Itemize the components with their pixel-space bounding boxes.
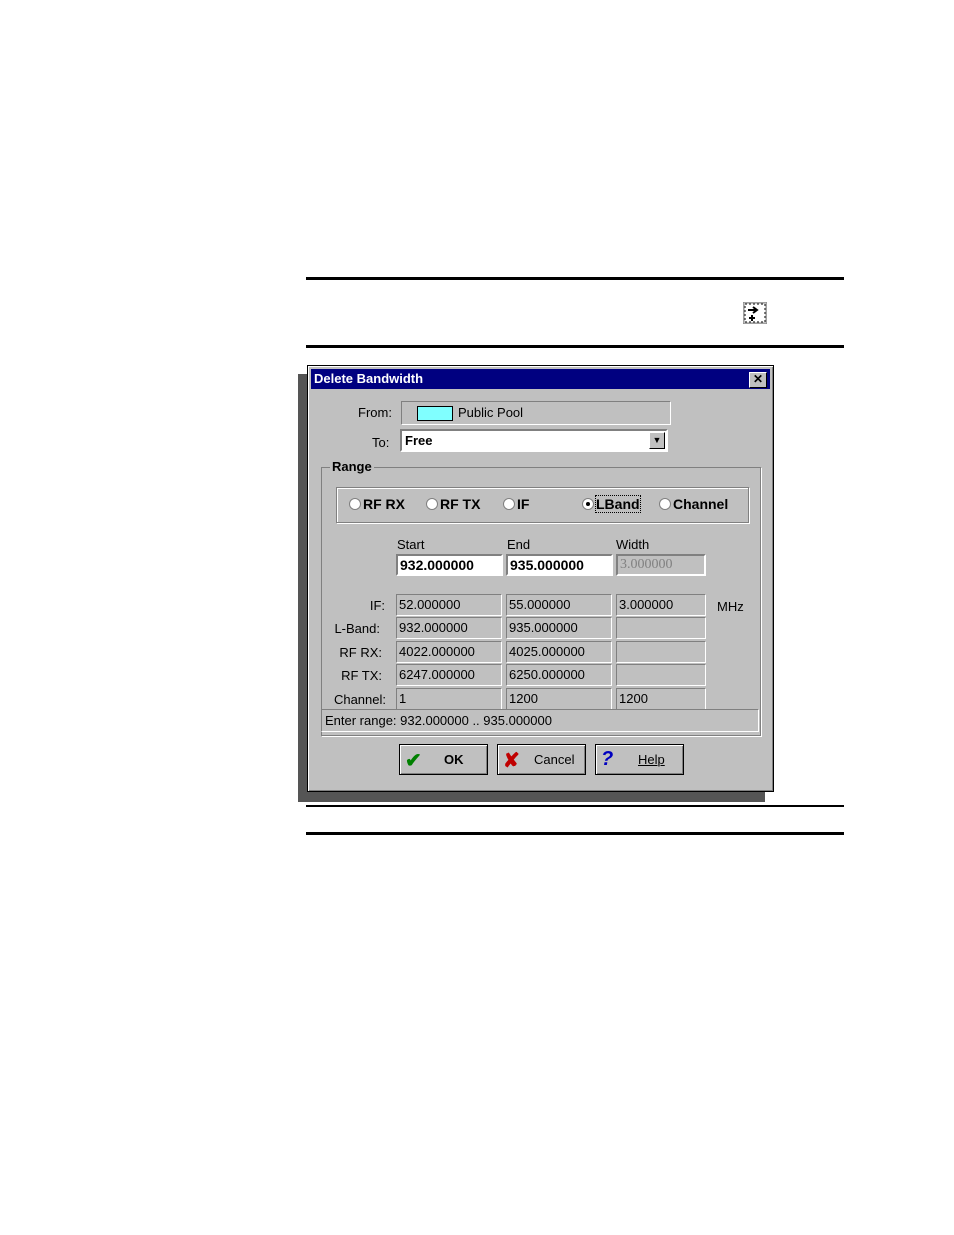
from-label: From: <box>358 405 392 420</box>
pool-color-swatch <box>417 406 453 421</box>
rule-top-2 <box>306 345 844 348</box>
channel-end: 1200 <box>506 688 612 710</box>
row-label-if: IF: <box>369 598 385 613</box>
ok-label: OK <box>444 752 464 767</box>
to-select[interactable]: Free ▼ <box>400 429 668 452</box>
width-input: 3.000000 <box>616 554 706 576</box>
to-label: To: <box>372 435 390 450</box>
rule-top <box>306 277 844 280</box>
row-label-rf-rx: RF RX: <box>339 645 382 660</box>
radio-label: IF <box>517 496 530 512</box>
chevron-down-icon[interactable]: ▼ <box>649 432 665 449</box>
rfrx-end: 4025.000000 <box>506 641 612 663</box>
row-label-rf-tx: RF TX: <box>341 668 382 683</box>
radio-label: LBand <box>595 495 641 513</box>
from-field: Public Pool <box>401 401 671 425</box>
radio-label: RF TX <box>440 496 481 512</box>
radio-circle-icon <box>659 498 671 510</box>
width-header: Width <box>616 537 650 552</box>
cancel-label: Cancel <box>534 752 575 767</box>
range-type-radios: RF RX RF TX IF LBand Channel <box>336 487 749 523</box>
if-width: 3.000000 <box>616 594 706 616</box>
radio-lband[interactable]: LBand <box>582 495 641 513</box>
radio-circle-icon <box>349 498 361 510</box>
to-value: Free <box>405 433 433 448</box>
start-header: Start <box>397 537 425 552</box>
from-value: Public Pool <box>458 405 524 420</box>
radio-circle-icon <box>426 498 438 510</box>
lband-start: 932.000000 <box>396 617 502 639</box>
rftx-end: 6250.000000 <box>506 664 612 686</box>
unit-label: MHz <box>717 599 744 614</box>
checkmark-icon: ✔ <box>405 750 422 772</box>
question-mark-icon: ? <box>601 748 614 770</box>
rule-bottom-2 <box>306 832 844 835</box>
close-button[interactable]: ✕ <box>749 372 767 388</box>
cross-icon: ✘ <box>503 750 520 772</box>
if-start: 52.000000 <box>396 594 502 616</box>
row-label-lband: L-Band: <box>334 621 380 636</box>
cancel-button[interactable]: ✘ Cancel <box>497 744 586 775</box>
rfrx-start: 4022.000000 <box>396 641 502 663</box>
radio-channel[interactable]: Channel <box>659 496 728 512</box>
rfrx-width <box>616 641 706 663</box>
radio-label: Channel <box>673 496 729 512</box>
status-bar: Enter range: 932.000000 .. 935.000000 <box>321 709 759 732</box>
range-title: Range <box>330 459 374 474</box>
radio-circle-icon <box>503 498 515 510</box>
delete-bandwidth-icon <box>743 302 767 324</box>
ok-button[interactable]: ✔ OK <box>399 744 488 775</box>
dialog-title: Delete Bandwidth <box>314 371 424 386</box>
rftx-width <box>616 664 706 686</box>
lband-width <box>616 617 706 639</box>
radio-rf-tx[interactable]: RF TX <box>426 496 480 512</box>
if-end: 55.000000 <box>506 594 612 616</box>
radio-label: RF RX <box>363 496 405 512</box>
radio-selected-icon <box>582 498 594 510</box>
radio-rf-rx[interactable]: RF RX <box>349 496 405 512</box>
end-header: End <box>507 537 531 552</box>
rftx-start: 6247.000000 <box>396 664 502 686</box>
help-button[interactable]: ? Help <box>595 744 684 775</box>
title-bar[interactable]: Delete Bandwidth ✕ <box>311 369 770 389</box>
channel-width: 1200 <box>616 688 706 710</box>
radio-if[interactable]: IF <box>503 496 529 512</box>
row-label-channel: Channel: <box>333 692 386 707</box>
help-label: Help <box>638 752 665 767</box>
delete-bandwidth-dialog: Delete Bandwidth ✕ From: Public Pool To:… <box>307 365 774 792</box>
lband-end: 935.000000 <box>506 617 612 639</box>
end-input[interactable]: 935.000000 <box>506 554 613 576</box>
start-input[interactable]: 932.000000 <box>396 554 503 576</box>
channel-start: 1 <box>396 688 502 710</box>
rule-bottom <box>306 805 844 807</box>
